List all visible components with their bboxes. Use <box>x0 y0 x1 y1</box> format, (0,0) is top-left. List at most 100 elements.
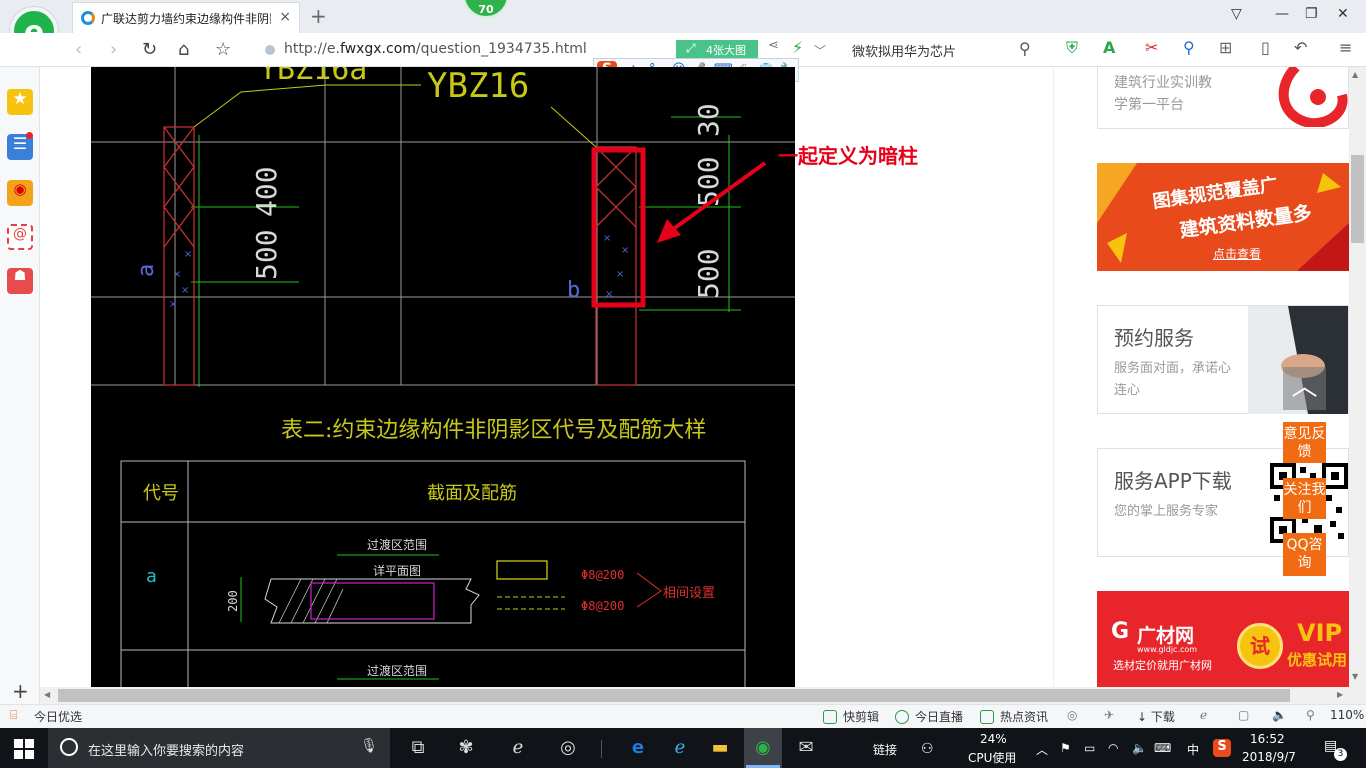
banner-cta[interactable]: 点击查看 <box>1213 245 1261 262</box>
tab-close-icon[interactable]: × <box>279 9 291 25</box>
refresh-icon[interactable]: ↻ <box>142 39 157 60</box>
feedback-button[interactable]: 意见反馈 <box>1283 422 1326 463</box>
svg-text:×: × <box>621 245 629 256</box>
site-info-icon[interactable] <box>265 45 275 55</box>
status-window-icon[interactable]: ▢ <box>1238 708 1249 722</box>
new-tab-button[interactable]: + <box>310 4 327 28</box>
microphone-icon[interactable]: 🎙 <box>360 738 378 754</box>
live-icon <box>895 710 909 724</box>
search-suggestion[interactable]: 微软拟用华为芯片 <box>852 41 956 60</box>
gift-icon[interactable]: ⌸ <box>10 708 17 723</box>
close-window-button[interactable]: ✕ <box>1337 6 1349 22</box>
horizontal-scroll-thumb[interactable] <box>58 689 1290 702</box>
cad-label-a: a <box>134 264 159 277</box>
training-card[interactable]: 建筑行业实训教 学第一平台 <box>1097 67 1349 129</box>
screenshot-scissors-icon[interactable]: ✂ <box>1145 38 1158 57</box>
status-news[interactable]: 热点资讯 <box>980 708 1048 725</box>
search-tool-icon[interactable]: ⚲ <box>1183 38 1195 57</box>
menu-icon[interactable]: ≡ <box>1339 38 1352 57</box>
favorite-star-icon[interactable]: ☆ <box>215 39 231 60</box>
favorites-star-icon[interactable]: ★ <box>7 89 33 115</box>
share-icon[interactable]: ⋖ <box>768 38 779 53</box>
training-logo-icon <box>1278 67 1348 127</box>
apps-grid-icon[interactable]: ⊞ <box>1219 38 1232 57</box>
status-zoom-level[interactable]: 110% <box>1330 708 1364 722</box>
status-download[interactable]: ↓ 下载 <box>1137 708 1175 725</box>
scroll-up-arrow-icon[interactable]: ▲ <box>1352 70 1358 79</box>
taskbar-search-box[interactable]: 在这里输入你要搜索的内容 🎙 <box>48 728 390 768</box>
qq-consult-button[interactable]: QQ咨询 <box>1283 533 1326 576</box>
scroll-left-arrow-icon[interactable]: ◀ <box>44 690 50 699</box>
weibo-icon[interactable]: ◉ <box>7 180 33 206</box>
mail-app-icon[interactable]: ✉ <box>794 737 818 761</box>
cad-row-code-a: a <box>146 566 157 587</box>
svg-text:×: × <box>616 269 624 280</box>
spiral-app-icon[interactable]: ◎ <box>556 737 580 761</box>
windows-start-icon[interactable] <box>14 739 34 759</box>
undo-icon[interactable]: ↶ <box>1294 38 1307 57</box>
tray-notification-icon[interactable]: ⚑ <box>1060 741 1071 755</box>
360-browser-taskbar-icon[interactable]: ◉ <box>751 737 775 761</box>
ie-browser-icon[interactable]: ℯ <box>668 737 692 761</box>
tray-date[interactable]: 2018/9/7 <box>1242 750 1296 764</box>
security-shield-icon[interactable]: ⛨ <box>1066 38 1078 58</box>
vertical-scroll-thumb[interactable] <box>1351 155 1364 243</box>
status-refresh-icon[interactable]: ◎ <box>1067 708 1077 722</box>
mail-icon[interactable]: @ <box>7 224 33 250</box>
status-volume-icon[interactable]: 🔈 <box>1272 708 1287 722</box>
big-image-button[interactable]: 4张大图 <box>676 40 758 58</box>
pinwheel-app-icon[interactable]: ✾ <box>454 737 478 761</box>
translate-icon[interactable]: A <box>1103 38 1115 57</box>
back-icon[interactable]: ‹ <box>75 39 82 60</box>
tray-link-label[interactable]: 链接 <box>873 741 897 758</box>
restore-button[interactable]: ❐ <box>1305 6 1318 22</box>
scroll-right-arrow-icon[interactable]: ▶ <box>1337 690 1343 699</box>
tab-active[interactable]: 广联达剪力墙约束边缘构件非阴影 × <box>72 2 300 33</box>
back-to-top-button[interactable]: ︿ <box>1283 367 1326 410</box>
minimize-button[interactable]: — <box>1275 6 1289 22</box>
status-zoom-icon[interactable]: ⚲ <box>1306 708 1315 722</box>
forward-icon[interactable]: › <box>110 39 117 60</box>
address-dropdown-icon[interactable]: ﹀ <box>814 42 826 59</box>
appointment-desc: 服务面对面，承诺心连心 <box>1114 361 1232 398</box>
gldjc-banner[interactable]: G 广材网 www.gldjc.com 选材定价就用广材网 试 VIP 优惠试用 <box>1097 591 1349 687</box>
status-pin-icon[interactable]: ✈ <box>1104 708 1114 722</box>
cad-transition-label: 过渡区范围 <box>367 537 427 552</box>
game-icon[interactable]: ☗ <box>7 268 33 294</box>
status-ie-icon[interactable]: ℯ <box>1200 708 1207 722</box>
device-icon[interactable]: ▯ <box>1261 38 1270 57</box>
left-sidebar <box>0 67 40 705</box>
cad-dim-500-left: 500 <box>250 229 283 280</box>
today-picks-link[interactable]: 今日优选 <box>34 708 82 725</box>
status-quick-edit[interactable]: 快剪辑 <box>823 708 879 725</box>
search-icon[interactable]: ⚲ <box>1019 39 1031 58</box>
tray-ime-lang[interactable]: 中 <box>1187 741 1199 758</box>
cpu-label: CPU使用 <box>968 751 1017 765</box>
tray-keyboard-icon[interactable]: ⌨ <box>1154 741 1171 755</box>
tray-expand-icon[interactable]: ︿ <box>1036 741 1048 758</box>
browser-e-icon[interactable]: ℯ <box>506 737 530 761</box>
file-explorer-icon[interactable]: ▬ <box>708 737 732 761</box>
tray-volume-icon[interactable]: 🔈 <box>1132 741 1147 755</box>
tray-wifi-icon[interactable]: ◠ <box>1108 741 1118 755</box>
url-text[interactable]: http://e.fwxgx.com/question_1934735.html <box>284 41 587 57</box>
status-live[interactable]: 今日直播 <box>895 708 963 725</box>
quick-edit-label: 快剪辑 <box>843 710 880 724</box>
scroll-down-arrow-icon[interactable]: ▼ <box>1352 672 1358 681</box>
annotation-text: 一起定义为暗柱 <box>778 144 918 168</box>
add-sidebar-icon[interactable]: + <box>12 679 29 703</box>
cpu-percent: 24% <box>980 732 1007 746</box>
tray-battery-icon[interactable]: ▭ <box>1084 741 1095 755</box>
tray-sogou-icon[interactable]: S <box>1213 739 1231 757</box>
task-view-icon[interactable]: ⧉ <box>406 737 430 761</box>
cad-drawing-svg: ×××× ×××× YBZ16a YBZ16 400 500 30 500 50… <box>91 67 795 687</box>
follow-us-button[interactable]: 关注我们 <box>1283 478 1326 519</box>
edge-browser-icon[interactable]: e <box>626 737 650 761</box>
cad-plan-label: 详平面图 <box>373 563 421 578</box>
skin-icon[interactable]: ▽ <box>1231 6 1242 22</box>
tray-time[interactable]: 16:52 <box>1250 732 1285 746</box>
atlas-banner[interactable]: 图集规范覆盖广 建筑资料数量多 点击查看 <box>1097 163 1349 271</box>
speed-icon[interactable]: ⚡ <box>792 38 803 57</box>
home-icon[interactable]: ⌂ <box>178 39 189 60</box>
people-icon[interactable]: ⚇ <box>921 741 934 757</box>
